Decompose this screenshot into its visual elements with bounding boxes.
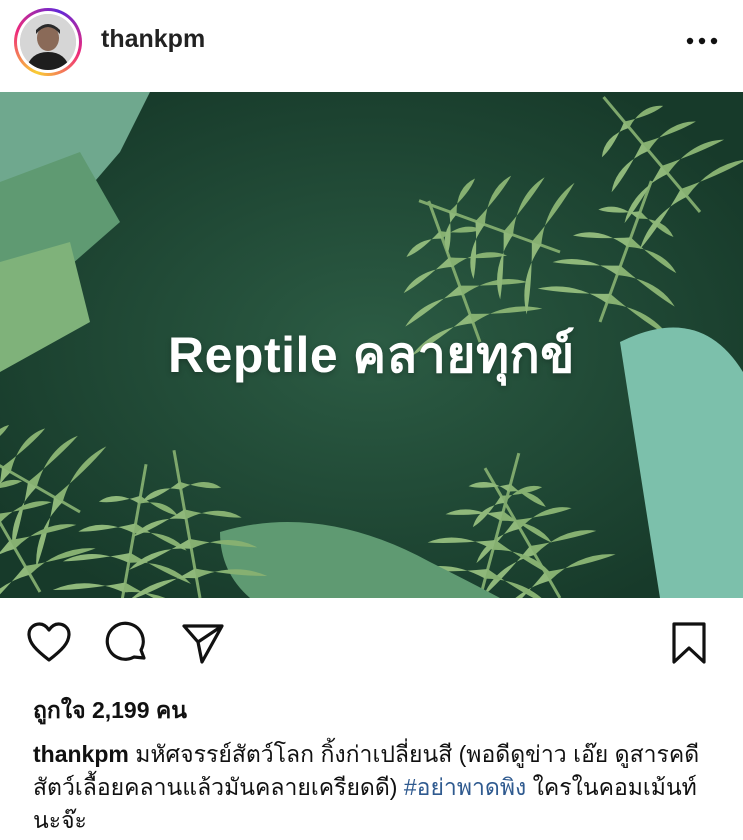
more-options-button[interactable] bbox=[682, 26, 722, 56]
comment-button[interactable] bbox=[104, 620, 150, 666]
bookmark-icon bbox=[672, 622, 706, 664]
caption-hashtag[interactable]: #อย่าพาดพิง bbox=[404, 774, 526, 800]
save-button[interactable] bbox=[666, 620, 712, 666]
post-header: thankpm bbox=[0, 0, 743, 92]
image-title: Reptile คลายทุกข์ bbox=[168, 327, 575, 383]
post-caption: thankpm มหัศจรรย์สัตว์โลก กิ้งก่าเปลี่ยน… bbox=[33, 738, 723, 837]
post-username[interactable]: thankpm bbox=[101, 25, 205, 54]
more-horizontal-icon bbox=[686, 37, 718, 45]
likes-count[interactable]: ถูกใจ 2,199 คน bbox=[33, 693, 187, 729]
caption-username[interactable]: thankpm bbox=[33, 741, 129, 767]
share-icon bbox=[182, 624, 224, 664]
comment-icon bbox=[105, 621, 146, 661]
avatar[interactable] bbox=[14, 8, 82, 76]
share-button[interactable] bbox=[180, 620, 226, 666]
post-image[interactable]: Reptile คลายทุกข์ bbox=[0, 92, 743, 598]
like-button[interactable] bbox=[26, 620, 72, 666]
avatar-photo bbox=[20, 14, 76, 70]
heart-icon bbox=[27, 622, 71, 662]
action-bar bbox=[0, 610, 743, 674]
